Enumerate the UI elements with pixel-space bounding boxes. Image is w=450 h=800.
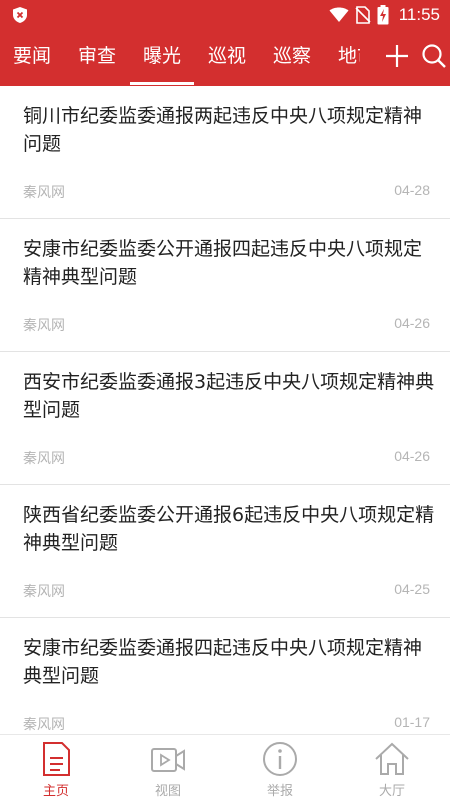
news-date: 01-17 bbox=[394, 714, 430, 730]
status-bar: 11:55 bbox=[0, 0, 450, 30]
news-item[interactable]: 陕西省纪委监委公开通报6起违反中央八项规定精神典型问题 秦风网 04-25 bbox=[0, 485, 450, 618]
nav-hall[interactable]: 大厅 bbox=[336, 735, 448, 800]
bottom-navigation: 主页 视图 举报 大厅 bbox=[0, 734, 450, 800]
news-title: 安康市纪委监委通报四起违反中央八项规定精神典型问题 bbox=[23, 637, 423, 687]
nav-view[interactable]: 视图 bbox=[112, 735, 224, 800]
tab-shencha[interactable]: 审查 bbox=[78, 30, 116, 86]
news-date: 04-25 bbox=[394, 581, 430, 597]
search-icon[interactable] bbox=[420, 42, 448, 70]
nav-view-label: 视图 bbox=[154, 784, 181, 799]
shield-icon bbox=[13, 7, 27, 23]
nav-hall-label: 大厅 bbox=[378, 784, 405, 799]
news-source: 秦风网 bbox=[23, 717, 65, 733]
news-title: 安康市纪委监委公开通报四起违反中央八项规定精神典型问题 bbox=[23, 238, 423, 288]
battery-charging-icon bbox=[377, 5, 389, 25]
tab-baoguang[interactable]: 曝光 bbox=[143, 30, 181, 86]
video-icon bbox=[151, 748, 185, 772]
news-item[interactable]: 西安市纪委监委通报3起违反中央八项规定精神典型问题 秦风网 04-26 bbox=[0, 352, 450, 485]
tab-yaowen[interactable]: 要闻 bbox=[13, 30, 51, 86]
tab-strip[interactable]: 要闻 审查 曝光 巡视 巡察 地市 bbox=[0, 30, 360, 86]
info-icon bbox=[263, 742, 297, 776]
news-item[interactable]: 铜川市纪委监委通报两起违反中央八项规定精神问题 秦风网 04-28 bbox=[0, 86, 450, 219]
home-icon bbox=[375, 742, 409, 775]
add-channel-icon[interactable] bbox=[383, 42, 411, 70]
nav-home[interactable]: 主页 bbox=[0, 735, 112, 800]
news-date: 04-26 bbox=[394, 448, 430, 464]
tab-xunshi[interactable]: 巡视 bbox=[208, 30, 246, 86]
tab-dishi[interactable]: 地市 bbox=[338, 30, 360, 86]
no-sim-icon bbox=[355, 6, 371, 24]
tab-xuncha[interactable]: 巡察 bbox=[273, 30, 311, 86]
active-tab-indicator bbox=[130, 82, 194, 85]
news-source: 秦风网 bbox=[23, 451, 65, 467]
news-title: 陕西省纪委监委公开通报6起违反中央八项规定精神典型问题 bbox=[23, 504, 435, 554]
nav-report[interactable]: 举报 bbox=[224, 735, 336, 800]
wifi-icon bbox=[329, 7, 349, 22]
news-title: 西安市纪委监委通报3起违反中央八项规定精神典型问题 bbox=[23, 371, 435, 421]
news-source: 秦风网 bbox=[23, 318, 65, 334]
nav-home-label: 主页 bbox=[42, 784, 69, 799]
news-list[interactable]: 铜川市纪委监委通报两起违反中央八项规定精神问题 秦风网 04-28 安康市纪委监… bbox=[0, 86, 450, 734]
clock: 11:55 bbox=[398, 5, 440, 24]
news-item[interactable]: 安康市纪委监委通报四起违反中央八项规定精神典型问题 秦风网 01-17 bbox=[0, 618, 450, 734]
news-date: 04-26 bbox=[394, 315, 430, 331]
news-item[interactable]: 安康市纪委监委公开通报四起违反中央八项规定精神典型问题 秦风网 04-26 bbox=[0, 219, 450, 352]
document-icon bbox=[43, 742, 70, 776]
nav-report-label: 举报 bbox=[266, 784, 293, 799]
news-title: 铜川市纪委监委通报两起违反中央八项规定精神问题 bbox=[23, 105, 423, 155]
news-source: 秦风网 bbox=[23, 584, 65, 600]
category-tab-bar: 要闻 审查 曝光 巡视 巡察 地市 bbox=[0, 30, 450, 86]
news-source: 秦风网 bbox=[23, 185, 65, 201]
news-date: 04-28 bbox=[394, 182, 430, 198]
